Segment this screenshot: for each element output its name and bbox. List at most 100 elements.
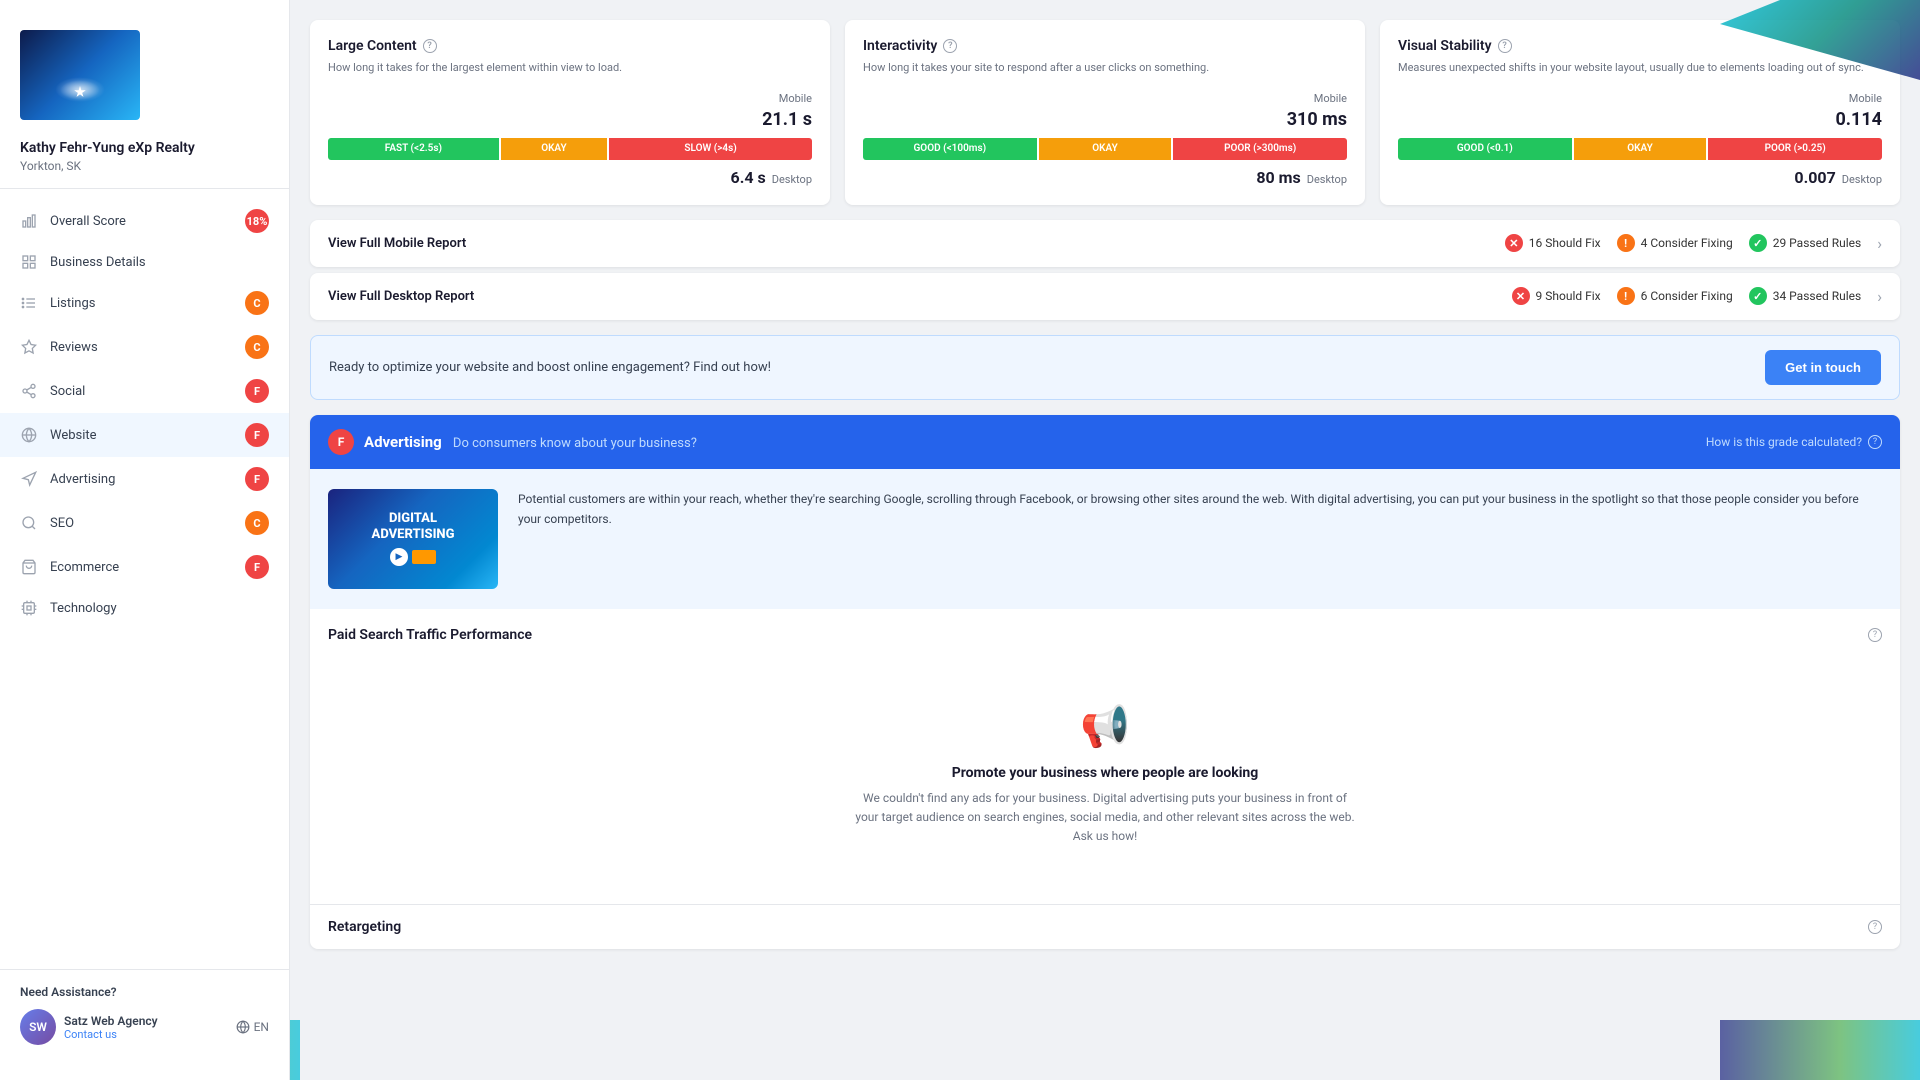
megaphone-empty-icon: 📢 [1080, 703, 1130, 750]
bar-okay: OKAY [1039, 138, 1172, 160]
desktop-consider-fixing: ! 6 Consider Fixing [1617, 287, 1733, 305]
visual-stability-bar: GOOD (<0.1) ▼ OKAY POOR (>0.25) [1398, 138, 1882, 160]
visual-stability-info-icon[interactable]: ? [1498, 39, 1512, 53]
sidebar-item-seo[interactable]: SEO C [0, 501, 289, 545]
advertising-description: Potential customers are within your reac… [518, 489, 1882, 589]
bar-good: GOOD (<100ms) [863, 138, 1037, 160]
should-fix-x-icon: ✕ [1505, 234, 1523, 252]
visual-stability-mobile-label: Mobile [1398, 92, 1882, 105]
paid-search-info-icon[interactable]: ? [1868, 628, 1882, 642]
visual-stability-title: Visual Stability [1398, 38, 1492, 54]
retargeting-row[interactable]: Retargeting ? [310, 904, 1900, 949]
sidebar-item-label: Listings [50, 296, 95, 311]
assistance-title: Need Assistance? [20, 985, 269, 999]
interactivity-desktop-label: Desktop [1307, 173, 1347, 186]
large-content-title: Large Content [328, 38, 417, 54]
mobile-report-row[interactable]: View Full Mobile Report ✕ 16 Should Fix … [310, 220, 1900, 267]
mobile-report-chevron-icon: › [1877, 234, 1882, 253]
large-content-mobile-label: Mobile [328, 92, 812, 105]
sidebar-item-social[interactable]: Social F [0, 369, 289, 413]
globe-small-icon [236, 1020, 250, 1034]
consider-fixing-warn-icon: ! [1617, 234, 1635, 252]
agency-name: Satz Web Agency [64, 1014, 158, 1028]
star-icon [20, 338, 38, 356]
empty-desc: We couldn't find any ads for your busine… [855, 789, 1355, 847]
how-calculated-icon: ? [1868, 435, 1882, 449]
sidebar-item-label: Website [50, 428, 97, 443]
grid-icon [20, 253, 38, 271]
paid-search-title: Paid Search Traffic Performance [328, 627, 532, 643]
sidebar-item-label: Technology [50, 601, 117, 616]
globe-icon [20, 426, 38, 444]
interactivity-desktop-value: 80 ms [1256, 168, 1300, 187]
sidebar-menu: Overall Score 18% Business Details [0, 189, 289, 969]
sidebar-item-website[interactable]: Website F [0, 413, 289, 457]
sidebar-item-overall-score[interactable]: Overall Score 18% [0, 199, 289, 243]
ad-icon-circle: ▶ [390, 548, 408, 566]
large-content-info-icon[interactable]: ? [423, 39, 437, 53]
large-content-desktop-label: Desktop [772, 173, 812, 186]
sidebar-item-listings[interactable]: Listings C [0, 281, 289, 325]
contact-link[interactable]: Contact us [64, 1028, 158, 1041]
sidebar-item-label: Reviews [50, 340, 98, 355]
cpu-icon [20, 599, 38, 617]
desktop-should-fix: ✕ 9 Should Fix [1512, 287, 1601, 305]
sidebar-item-label: Overall Score [50, 214, 126, 229]
sidebar-item-label: Advertising [50, 472, 115, 487]
large-content-mobile-value: 21.1 s [328, 109, 812, 130]
sidebar-item-label: SEO [50, 516, 74, 531]
sidebar-item-advertising[interactable]: Advertising F [0, 457, 289, 501]
large-content-bar: FAST (<2.5s) OKAY SLOW (>4s) ▼ [328, 138, 812, 160]
interactivity-mobile-label: Mobile [863, 92, 1347, 105]
advertising-content: DIGITALADVERTISING ▶ Potential customers… [310, 469, 1900, 609]
desktop-passed-rules-check-icon: ✓ [1749, 287, 1767, 305]
desktop-report-title: View Full Desktop Report [328, 289, 474, 304]
sidebar: Kathy Fehr-Yung eXp Realty Yorkton, SK O… [0, 0, 290, 1080]
sidebar-item-label: Ecommerce [50, 560, 119, 575]
sidebar-item-technology[interactable]: Technology [0, 589, 289, 627]
how-calculated-link[interactable]: How is this grade calculated? ? [1706, 435, 1882, 449]
cta-text: Ready to optimize your website and boost… [329, 360, 771, 375]
desktop-report-row[interactable]: View Full Desktop Report ✕ 9 Should Fix … [310, 273, 1900, 320]
large-content-desktop-value: 6.4 s [731, 168, 766, 187]
retargeting-title: Retargeting [328, 919, 401, 935]
search-icon [20, 514, 38, 532]
interactivity-info-icon[interactable]: ? [943, 39, 957, 53]
report-section: View Full Mobile Report ✕ 16 Should Fix … [310, 220, 1900, 320]
website-badge: F [245, 423, 269, 447]
ad-tablet-shape [412, 550, 436, 564]
bar-fast: FAST (<2.5s) [328, 138, 499, 160]
visual-stability-mobile-value: 0.114 [1398, 109, 1882, 130]
get-in-touch-button[interactable]: Get in touch [1765, 350, 1881, 385]
sidebar-item-reviews[interactable]: Reviews C [0, 325, 289, 369]
visual-stability-desc: Measures unexpected shifts in your websi… [1398, 60, 1882, 77]
visual-stability-desktop-label: Desktop [1842, 173, 1882, 186]
advertising-body: Paid Search Traffic Performance ? 📢 Prom… [310, 609, 1900, 905]
empty-title: Promote your business where people are l… [952, 765, 1259, 781]
sidebar-item-label: Social [50, 384, 85, 399]
interactivity-desc: How long it takes your site to respond a… [863, 60, 1347, 77]
advertising-title: Advertising [364, 433, 442, 451]
lang-label: EN [254, 1020, 269, 1034]
logo-image [20, 30, 140, 120]
metrics-row: Large Content ? How long it takes for th… [310, 20, 1900, 205]
interactivity-card: Interactivity ? How long it takes your s… [845, 20, 1365, 205]
cta-banner: Ready to optimize your website and boost… [310, 335, 1900, 400]
paid-search-empty: 📢 Promote your business where people are… [328, 663, 1882, 887]
bar-good: GOOD (<0.1) ▼ [1398, 138, 1572, 160]
interactivity-mobile-value: 310 ms [863, 109, 1347, 130]
main-content: Large Content ? How long it takes for th… [290, 0, 1920, 1080]
retargeting-info-icon[interactable]: ? [1868, 920, 1882, 934]
chart-bar-icon [20, 212, 38, 230]
language-selector[interactable]: EN [236, 1020, 269, 1034]
sidebar-item-business-details[interactable]: Business Details [0, 243, 289, 281]
mobile-consider-fixing: ! 4 Consider Fixing [1617, 234, 1733, 252]
reviews-badge: C [245, 335, 269, 359]
bar-slow: SLOW (>4s) ▼ [609, 138, 812, 160]
sidebar-logo [0, 20, 289, 140]
sidebar-item-ecommerce[interactable]: Ecommerce F [0, 545, 289, 589]
megaphone-icon [20, 470, 38, 488]
ecommerce-badge: F [245, 555, 269, 579]
passed-rules-check-icon: ✓ [1749, 234, 1767, 252]
share-icon [20, 382, 38, 400]
